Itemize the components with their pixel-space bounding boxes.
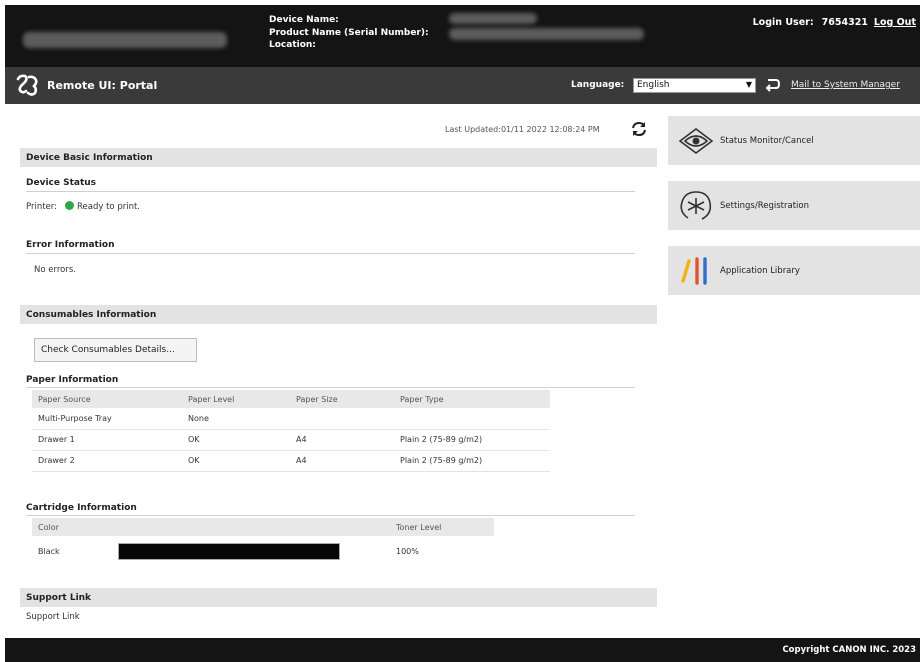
settings-registration-label: Settings/Registration xyxy=(720,201,809,211)
eye-icon xyxy=(678,128,714,154)
last-updated: Last Updated:01/11 2022 12:08:24 PM xyxy=(445,125,600,134)
copyright: Copyright CANON INC. 2023 xyxy=(782,645,916,655)
toner-level-bar xyxy=(118,542,340,560)
col-toner-level: Toner Level xyxy=(390,518,494,536)
paper-type-cell: Plain 2 (75-89 g/m2) xyxy=(394,450,550,472)
printer-status-row: Printer: Ready to print. xyxy=(26,201,140,212)
paper-size-cell: A4 xyxy=(290,429,394,451)
paper-size-cell: A4 xyxy=(290,450,394,472)
logout-link[interactable]: Log Out xyxy=(874,17,916,28)
title-bar: Remote UI: Portal Language: English ▼ Ma… xyxy=(5,67,920,104)
product-name-label: Product Name (Serial Number): xyxy=(269,27,429,38)
toner-level-cell: 100% xyxy=(396,546,419,556)
application-library-label: Application Library xyxy=(720,266,800,276)
status-monitor-button[interactable]: Status Monitor/Cancel xyxy=(668,116,920,165)
language-select[interactable]: English ▼ xyxy=(633,78,756,93)
paper-source-cell: Drawer 2 xyxy=(32,450,182,472)
status-ok-icon xyxy=(65,201,74,210)
col-paper-source: Paper Source xyxy=(32,390,182,408)
support-section-header: Support Link xyxy=(20,588,657,607)
login-user-label: Login User: xyxy=(752,17,814,28)
paper-type-cell: Plain 2 (75-89 g/m2) xyxy=(394,429,550,451)
divider xyxy=(26,191,635,192)
device-name-redacted xyxy=(449,13,537,24)
language-label: Language: xyxy=(571,80,625,90)
language-value: English xyxy=(637,80,670,90)
library-icon xyxy=(681,257,707,285)
cartridge-color-cell: Black xyxy=(38,546,60,556)
page-title: Remote UI: Portal xyxy=(47,79,158,92)
consumables-section-header: Consumables Information xyxy=(20,305,657,324)
table-row: Multi-Purpose Tray None xyxy=(32,408,550,430)
paper-table-header: Paper Source Paper Level Paper Size Pape… xyxy=(32,390,550,408)
location-label: Location: xyxy=(269,40,316,50)
cartridge-table: Color Toner Level Black 100% xyxy=(32,518,494,566)
paper-source-cell: Multi-Purpose Tray xyxy=(32,408,182,430)
cartridge-information-heading: Cartridge Information xyxy=(26,503,137,513)
paper-size-cell xyxy=(290,408,394,430)
return-icon[interactable] xyxy=(765,76,781,92)
device-info-labels: Device Name: Product Name (Serial Number… xyxy=(269,14,429,52)
settings-registration-button[interactable]: Settings/Registration xyxy=(668,181,920,230)
col-toner-bar xyxy=(112,518,390,536)
error-information-heading: Error Information xyxy=(26,240,115,250)
check-consumables-button[interactable]: Check Consumables Details... xyxy=(34,338,197,362)
toner-bar-cell xyxy=(112,536,390,566)
login-user-id: 7654321 xyxy=(821,17,868,28)
table-row: Black 100% xyxy=(32,536,494,566)
col-paper-type: Paper Type xyxy=(394,390,550,408)
divider xyxy=(26,253,635,254)
col-color: Color xyxy=(32,518,112,536)
printer-label: Printer: xyxy=(26,202,57,212)
footer: Copyright CANON INC. 2023 xyxy=(5,638,920,662)
col-paper-size: Paper Size xyxy=(290,390,394,408)
application-library-button[interactable]: Application Library xyxy=(668,246,920,295)
paper-information-heading: Paper Information xyxy=(26,375,119,385)
printer-status: Ready to print. xyxy=(77,202,140,212)
status-monitor-label: Status Monitor/Cancel xyxy=(720,136,814,146)
error-text: No errors. xyxy=(34,265,76,275)
table-row: Drawer 2 OK A4 Plain 2 (75-89 g/m2) xyxy=(32,450,550,472)
table-row: Drawer 1 OK A4 Plain 2 (75-89 g/m2) xyxy=(32,429,550,451)
top-header: Device Name: Product Name (Serial Number… xyxy=(5,5,920,67)
paper-level-cell: OK xyxy=(182,450,290,472)
settings-icon xyxy=(680,191,712,220)
device-model-redacted xyxy=(23,32,227,48)
remote-ui-logo-icon xyxy=(16,74,38,96)
device-basic-section-header: Device Basic Information xyxy=(20,148,657,167)
col-paper-level: Paper Level xyxy=(182,390,290,408)
paper-level-cell: None xyxy=(182,408,290,430)
divider xyxy=(26,387,635,388)
support-link[interactable]: Support Link xyxy=(26,612,80,622)
product-name-redacted xyxy=(449,28,644,40)
paper-level-cell: OK xyxy=(182,429,290,451)
device-status-heading: Device Status xyxy=(26,178,97,188)
chevron-down-icon: ▼ xyxy=(745,80,752,89)
paper-table: Paper Source Paper Level Paper Size Pape… xyxy=(32,390,550,472)
paper-source-cell: Drawer 1 xyxy=(32,429,182,451)
mail-to-system-manager-link[interactable]: Mail to System Manager xyxy=(791,80,900,90)
device-name-label: Device Name: xyxy=(269,15,339,25)
cartridge-table-header: Color Toner Level xyxy=(32,518,494,536)
divider xyxy=(26,515,635,516)
refresh-icon[interactable] xyxy=(630,120,648,138)
login-info: Login User: 7654321 Log Out xyxy=(753,17,916,28)
paper-type-cell xyxy=(394,408,550,430)
